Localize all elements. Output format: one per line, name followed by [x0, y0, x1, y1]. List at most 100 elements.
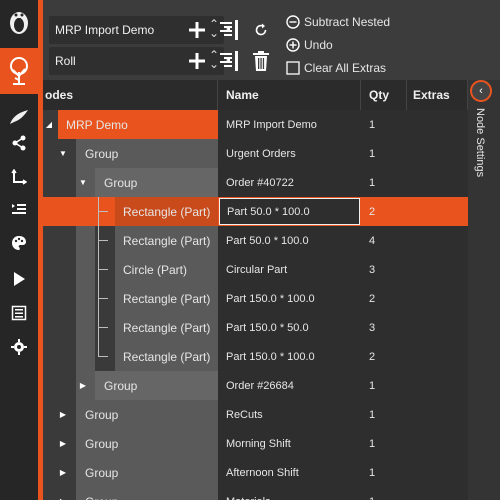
name-cell[interactable]: Circular Part [218, 255, 361, 284]
qty-cell[interactable]: 3 [361, 255, 407, 284]
extras-cell[interactable] [407, 487, 468, 500]
report-icon[interactable] [0, 296, 38, 330]
qty-cell[interactable]: 1 [361, 168, 407, 197]
name-cell[interactable]: Part 50.0 * 100.0 [218, 197, 361, 226]
expand-icon[interactable]: ◢ [43, 110, 55, 139]
qty-cell[interactable]: 1 [361, 458, 407, 487]
table-row[interactable]: Rectangle (Part) Part 50.0 * 100.0 2 [43, 197, 468, 226]
name-cell[interactable]: ReCuts [218, 400, 361, 429]
axes-icon[interactable] [0, 160, 38, 194]
expand-icon[interactable]: ▶ [57, 400, 69, 429]
table-row[interactable]: ▼ Group Order #40722 1 [43, 168, 468, 197]
name-cell[interactable]: Part 50.0 * 100.0 [218, 226, 361, 255]
node-label: Group [85, 407, 119, 422]
name-cell[interactable]: Order #40722 [218, 168, 361, 197]
qty-cell[interactable]: 3 [361, 313, 407, 342]
node-settings-title[interactable]: Node Settings [470, 108, 486, 188]
node-background [76, 342, 95, 371]
name-cell[interactable]: Urgent Orders [218, 139, 361, 168]
expand-icon[interactable]: ▶ [57, 458, 69, 487]
undo-label: Undo [304, 38, 333, 52]
align-role-button[interactable] [218, 48, 240, 74]
extras-cell[interactable] [407, 168, 468, 197]
expand-icon[interactable]: ▶ [77, 371, 89, 400]
project-dropdown-value: MRP Import Demo [55, 23, 155, 37]
name-cell[interactable]: Part 150.0 * 100.0 [218, 342, 361, 371]
name-cell[interactable]: MRP Import Demo [218, 110, 361, 139]
node-label: Group [104, 175, 138, 190]
table-row[interactable]: Circle (Part) Circular Part 3 [43, 255, 468, 284]
header-nodes[interactable]: odes [43, 80, 218, 110]
extras-cell[interactable] [407, 284, 468, 313]
subtract-nested-label: Subtract Nested [304, 15, 391, 29]
extras-cell[interactable] [407, 110, 468, 139]
header-name[interactable]: Name [218, 80, 361, 110]
table-row[interactable]: ▶ Group Order #26684 1 [43, 371, 468, 400]
table-row[interactable]: ▶ Group Materials 1 [43, 487, 468, 500]
extras-cell[interactable] [407, 255, 468, 284]
extras-cell[interactable] [407, 458, 468, 487]
collapse-panel-button[interactable]: ‹ [470, 80, 492, 102]
tree-icon[interactable] [0, 48, 38, 94]
list-indent-icon[interactable] [0, 192, 38, 226]
table-row[interactable]: ▼ Group Urgent Orders 1 [43, 139, 468, 168]
align-project-button[interactable] [218, 17, 240, 43]
table-row[interactable]: ▶ Group Morning Shift 1 [43, 429, 468, 458]
extras-cell[interactable] [407, 400, 468, 429]
extras-cell[interactable] [407, 371, 468, 400]
palette-icon[interactable] [0, 226, 38, 260]
expand-icon[interactable]: ▶ [57, 487, 69, 500]
penguin-icon[interactable] [0, 0, 38, 40]
table-row[interactable]: Rectangle (Part) Part 150.0 * 100.0 2 [43, 342, 468, 371]
qty-cell[interactable]: 1 [361, 371, 407, 400]
table-row[interactable]: ◢ MRP Demo MRP Import Demo 1 [43, 110, 468, 139]
tree-cell: ▼ Group [43, 168, 218, 197]
undo-button[interactable]: Undo [286, 36, 333, 54]
node-label: Group [104, 378, 138, 393]
expand-icon[interactable]: ▶ [57, 429, 69, 458]
qty-cell[interactable]: 1 [361, 110, 407, 139]
name-cell[interactable]: Materials [218, 487, 361, 500]
play-icon[interactable] [0, 262, 38, 296]
table-row[interactable]: ▶ Group Afternoon Shift 1 [43, 458, 468, 487]
add-project-button[interactable] [186, 17, 208, 43]
qty-cell[interactable]: 2 [361, 342, 407, 371]
qty-cell[interactable]: 1 [361, 139, 407, 168]
node-background [76, 313, 95, 342]
table-row[interactable]: ▶ Group ReCuts 1 [43, 400, 468, 429]
expand-icon[interactable]: ▼ [77, 168, 89, 197]
add-role-button[interactable] [186, 48, 208, 74]
qty-cell[interactable]: 4 [361, 226, 407, 255]
qty-cell[interactable]: 2 [361, 284, 407, 313]
clear-all-extras-checkbox[interactable]: Clear All Extras [286, 59, 386, 77]
tree-cell: ▶ Group [43, 458, 218, 487]
share-icon[interactable] [0, 126, 38, 160]
extras-cell[interactable] [407, 226, 468, 255]
extras-cell[interactable] [407, 313, 468, 342]
qty-cell[interactable]: 2 [361, 197, 407, 226]
name-cell[interactable]: Order #26684 [218, 371, 361, 400]
extras-cell[interactable] [407, 197, 468, 226]
table-row[interactable]: Rectangle (Part) Part 50.0 * 100.0 4 [43, 226, 468, 255]
table-row[interactable]: Rectangle (Part) Part 150.0 * 100.0 2 [43, 284, 468, 313]
refresh-button[interactable] [250, 17, 272, 43]
delete-button[interactable] [250, 48, 272, 74]
expand-icon[interactable]: ▼ [57, 139, 69, 168]
name-cell[interactable]: Part 150.0 * 100.0 [218, 284, 361, 313]
qty-cell[interactable]: 1 [361, 400, 407, 429]
extras-cell[interactable] [407, 429, 468, 458]
node-label: Rectangle (Part) [123, 349, 211, 364]
subtract-nested-button[interactable]: Subtract Nested [286, 13, 390, 31]
header-extras[interactable]: Extras [407, 80, 468, 110]
header-qty[interactable]: Qty [361, 80, 407, 110]
gear-icon[interactable] [0, 330, 38, 364]
name-cell[interactable]: Morning Shift [218, 429, 361, 458]
extras-cell[interactable] [407, 139, 468, 168]
qty-cell[interactable]: 1 [361, 429, 407, 458]
extras-cell[interactable] [407, 342, 468, 371]
table-row[interactable]: Rectangle (Part) Part 150.0 * 50.0 3 [43, 313, 468, 342]
qty-cell[interactable]: 1 [361, 487, 407, 500]
name-cell[interactable]: Part 150.0 * 50.0 [218, 313, 361, 342]
name-cell[interactable]: Afternoon Shift [218, 458, 361, 487]
name-edit-field[interactable]: Part 50.0 * 100.0 [219, 198, 360, 225]
